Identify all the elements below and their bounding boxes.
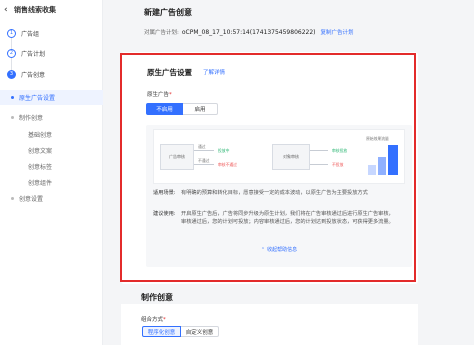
diagram-connector [194, 164, 214, 165]
advice-text: 开启原生广告后，广告将同步升级为原生计划，我们将在广告审核通过后进行原生广告审核… [181, 211, 394, 225]
sidebar-item-label: 原生广告设置 [19, 94, 56, 102]
field-label-text: 原生广告 [147, 92, 170, 98]
collapse-help-link[interactable]: ⌃ 收起帮助信息 [146, 246, 412, 253]
advice-row: 建议使用: 开启原生广告后，广告将同步升级为原生计划，我们将在广告审核通过后进行… [153, 210, 395, 226]
back-arrow-icon[interactable]: ‹ [4, 4, 14, 16]
sidebar-item-creative-tags[interactable]: 创意标签 [28, 160, 52, 172]
sidebar-item-make-creative[interactable]: 制作创意 [11, 111, 43, 123]
sidebar-item-label: 制作创意 [19, 114, 44, 122]
step-number-2: 2 [7, 48, 16, 58]
sidebar-item-basic-creative[interactable]: 基础创意 [28, 128, 52, 140]
page-title: 新建广告创意 [144, 8, 192, 17]
sidebar: ‹ 销售线索收集 1 广告组 2 广告计划 3 广告创意 原生广告设置 制作创意… [0, 0, 103, 345]
diagram-bar [388, 145, 398, 175]
flow-diagram: 广告审核 通过 不通过 投放中 审核不通过 对象审核 审核投放 不投放 原始效果… [153, 129, 405, 184]
bullet-dot [11, 196, 14, 200]
diagram-launching-label: 投放中 [218, 148, 230, 153]
sidebar-item-label: 创意设置 [19, 195, 44, 203]
diagram-bad-label: 不投放 [332, 162, 344, 167]
diagram-chart-label: 原始效果流量 [366, 136, 389, 141]
native-ad-toggle: 不启用 启用 [146, 103, 218, 115]
sidebar-step-label: 广告组 [21, 30, 40, 38]
sidebar-step-ad-plan[interactable]: 2 广告计划 [0, 46, 103, 60]
copy-plan-link[interactable]: 复制广告计划 [321, 28, 354, 36]
combination-mode-toggle: 程序化创意 自定义创意 [142, 326, 219, 337]
make-creative-card [121, 304, 418, 345]
sidebar-title: 销售线索收集 [14, 6, 56, 14]
main-content: 新建广告创意 对属广告计划: oCPM_08_17_10:57:14(17413… [103, 0, 474, 345]
option-enable[interactable]: 启用 [183, 103, 218, 115]
bullet-dot [11, 115, 14, 119]
sidebar-item-label: 基础创意 [28, 131, 53, 139]
sidebar-item-label: 创意文案 [28, 147, 53, 155]
help-info-panel: 广告审核 通过 不通过 投放中 审核不通过 对象审核 审核投放 不投放 原始效果… [146, 125, 412, 267]
sidebar-item-creative-settings[interactable]: 创意设置 [11, 192, 43, 204]
sidebar-step-label: 广告计划 [21, 50, 46, 58]
diagram-connector [310, 164, 328, 165]
native-ad-card: 原生广告设置 了解详情 原生广告* 不启用 启用 广告审核 通过 不通过 投放中… [121, 52, 418, 284]
sidebar-header[interactable]: ‹ 销售线索收集 [0, 0, 103, 20]
chevron-up-icon: ⌃ [260, 247, 266, 253]
required-mark: * [163, 317, 166, 323]
diagram-pass-label: 通过 [198, 144, 206, 149]
diagram-bar [368, 165, 376, 175]
diagram-good-label: 审核投放 [332, 148, 348, 153]
diagram-ad-review-box: 广告审核 [160, 144, 194, 170]
plan-value: oCPM_08_17_10:57:14(1741375459806222) [181, 28, 316, 36]
combination-mode-label: 组合方式* [141, 315, 166, 323]
sidebar-item-creative-components[interactable]: 创意组件 [28, 176, 52, 188]
advice-key: 建议使用: [153, 211, 176, 217]
diagram-fail-label: 不通过 [198, 158, 210, 163]
learn-more-link[interactable]: 了解详情 [203, 68, 225, 76]
scenario-key: 适用场景: [153, 190, 176, 196]
sidebar-item-native-ad-settings[interactable]: 原生广告设置 [11, 91, 55, 103]
sidebar-step-ad-creative[interactable]: 3 广告创意 [0, 67, 103, 81]
sidebar-step-ad-group[interactable]: 1 广告组 [0, 26, 103, 40]
diagram-rejected-label: 审核不通过 [218, 162, 237, 167]
sidebar-step-label: 广告创意 [21, 71, 46, 79]
required-mark: * [169, 92, 172, 98]
diagram-object-review-box: 对象审核 [272, 144, 310, 170]
option-programmatic[interactable]: 程序化创意 [142, 326, 181, 337]
scenario-row: 适用场景: 有明确的预算和转化目标，愿意接受一定的成本波动，以原生广告为主要投放… [153, 189, 395, 197]
collapse-label: 收起帮助信息 [267, 247, 298, 253]
scenario-text: 有明确的预算和转化目标，愿意接受一定的成本波动，以原生广告为主要投放方式 [181, 190, 368, 196]
option-custom[interactable]: 自定义创意 [181, 326, 219, 337]
plan-label: 对属广告计划: [144, 30, 179, 36]
diagram-connector [310, 150, 328, 151]
step-number-3: 3 [7, 69, 16, 79]
diagram-connector [194, 150, 214, 151]
sidebar-item-label: 创意组件 [28, 179, 53, 187]
sidebar-item-label: 创意标签 [28, 163, 53, 171]
step-number-1: 1 [7, 28, 16, 38]
native-ad-field-label: 原生广告* [147, 90, 172, 98]
mode-label-text: 组合方式 [141, 317, 164, 323]
sidebar-item-creative-copy[interactable]: 创意文案 [28, 144, 52, 156]
native-ad-title: 原生广告设置 [147, 68, 192, 77]
diagram-bar [378, 157, 386, 175]
make-creative-title: 制作创意 [141, 293, 173, 302]
option-disable[interactable]: 不启用 [146, 103, 183, 115]
plan-info-row: 对属广告计划: oCPM_08_17_10:57:14(174137545980… [144, 28, 354, 37]
bullet-dot [11, 95, 14, 99]
